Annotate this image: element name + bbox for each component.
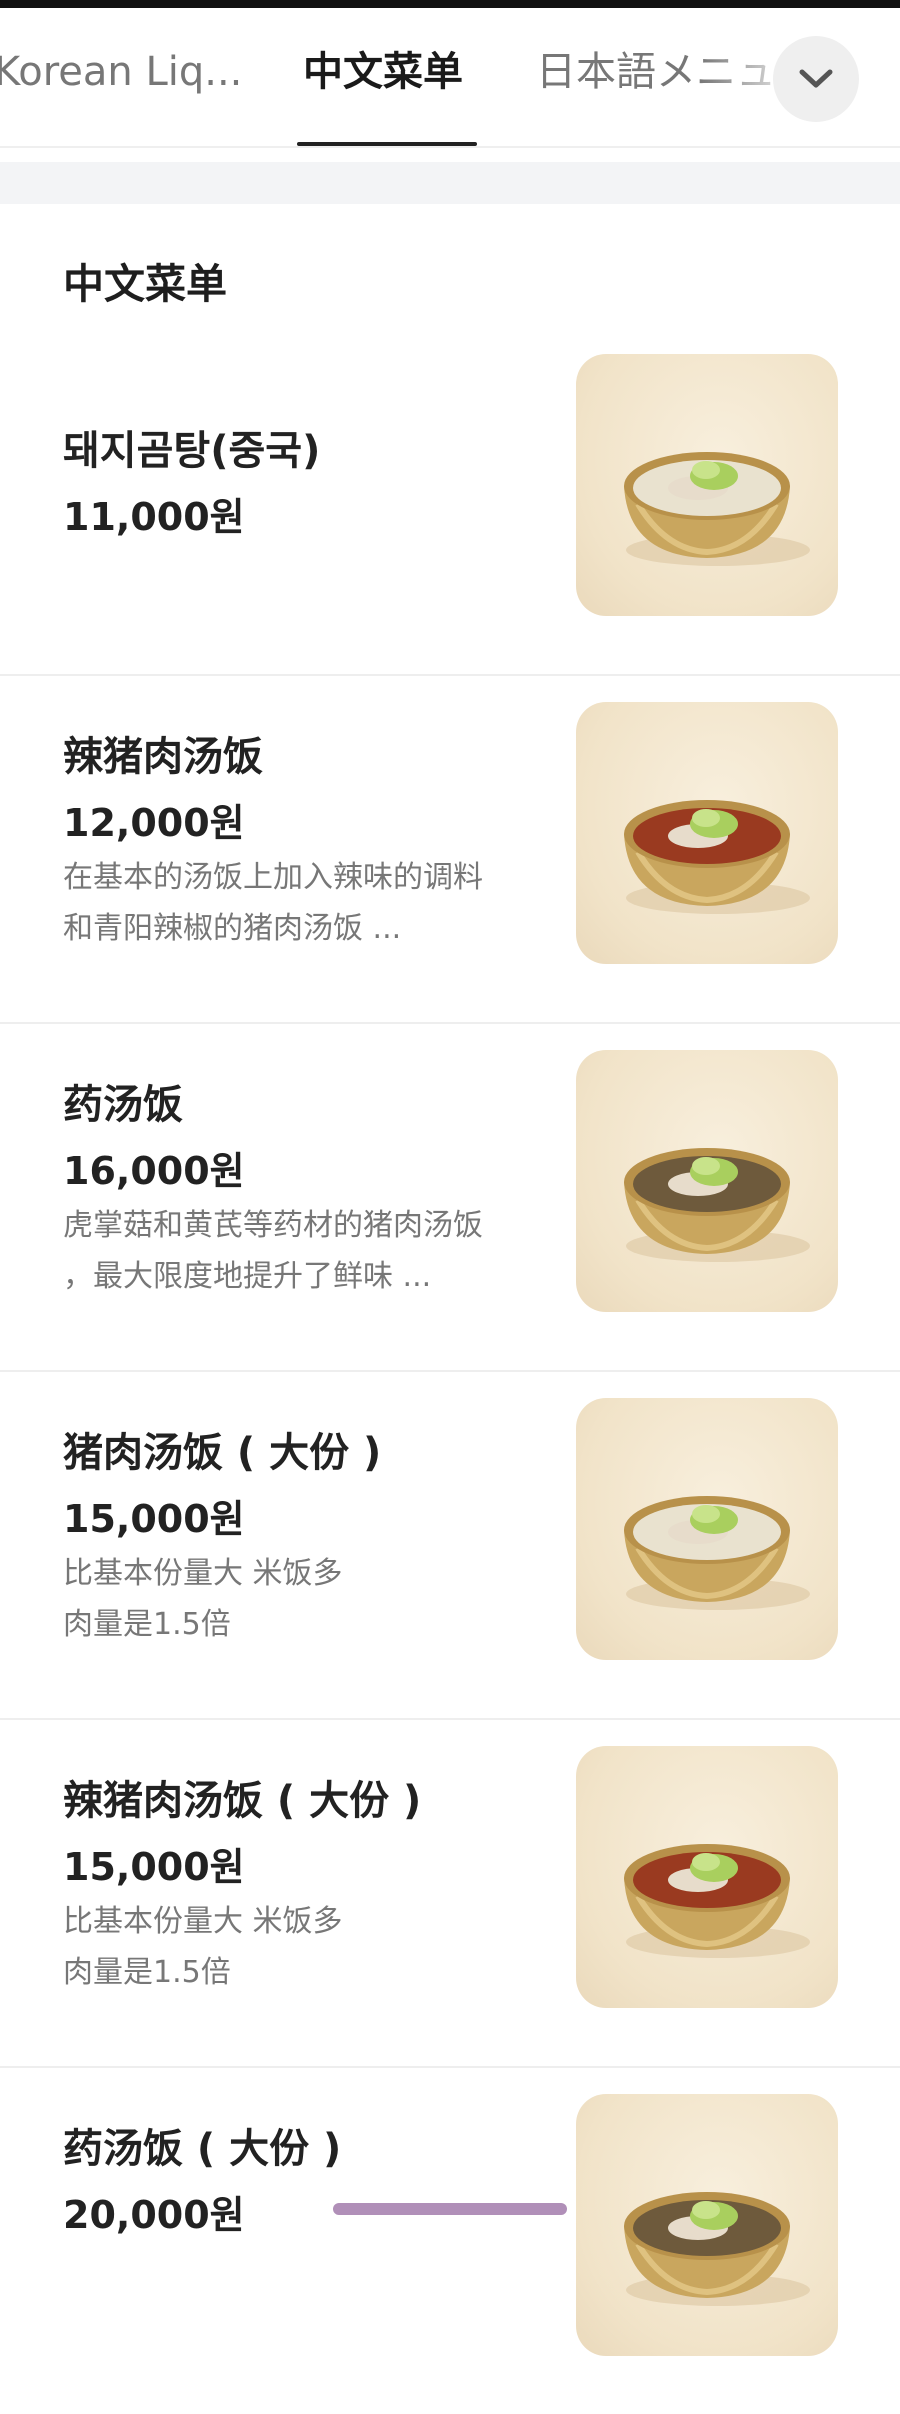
status-strip bbox=[0, 0, 900, 8]
tab-korean-liquor[interactable]: Korean Liq... bbox=[0, 8, 242, 146]
description-line: 和青阳辣椒的猪肉汤饭 ... bbox=[63, 911, 402, 946]
menu-item-price: 20,000원 bbox=[63, 2193, 245, 2237]
menu-item[interactable]: 돼지곰탕(중국) 11,000원 bbox=[0, 326, 900, 676]
menu-item[interactable]: 辣猪肉汤饭 12,000원 在基本的汤饭上加入辣味的调料 和青阳辣椒的猪肉汤饭 ... bbox=[0, 674, 900, 1024]
menu-item-name: 药汤饭 ( 大份 ) bbox=[63, 2126, 342, 2172]
tab-chinese-menu[interactable]: 中文菜单 bbox=[303, 8, 463, 146]
menu-item[interactable]: 药汤饭 ( 大份 ) 20,000원 bbox=[0, 2066, 900, 2414]
menu-item-photo[interactable] bbox=[576, 1050, 838, 1312]
menu-item[interactable]: 辣猪肉汤饭 ( 大份 ) 15,000원 比基本份量大 米饭多 肉量是1.5倍 bbox=[0, 1718, 900, 2068]
menu-item-description: 虎掌菇和黄芪等药材的猪肉汤饭 ，最大限度地提升了鲜味 ... bbox=[63, 1200, 533, 1302]
bowl-soup-photo bbox=[624, 1496, 810, 1610]
section-divider-band bbox=[0, 162, 900, 204]
menu-item-name: 辣猪肉汤饭 bbox=[63, 734, 263, 780]
bowl-soup-photo bbox=[624, 452, 810, 566]
description-line: 虎掌菇和黄芪等药材的猪肉汤饭 bbox=[63, 1208, 483, 1243]
chevron-down-icon bbox=[799, 69, 833, 88]
menu-item-name: 돼지곰탕(중국) bbox=[63, 428, 321, 474]
menu-item-photo[interactable] bbox=[576, 2094, 838, 2356]
bowl-soup-photo bbox=[624, 1844, 810, 1958]
description-line: ，最大限度地提升了鲜味 ... bbox=[63, 1259, 432, 1294]
menu-item-photo[interactable] bbox=[576, 1746, 838, 2008]
menu-item-price: 16,000원 bbox=[63, 1149, 245, 1193]
menu-item-photo[interactable] bbox=[576, 354, 838, 616]
description-line: 肉量是1.5倍 bbox=[63, 1955, 231, 1990]
menu-item-name: 猪肉汤饭 ( 大份 ) bbox=[63, 1430, 382, 1476]
bowl-soup-photo bbox=[624, 1148, 810, 1262]
active-tab-indicator bbox=[297, 142, 477, 146]
menu-item-photo[interactable] bbox=[576, 1398, 838, 1660]
section-title: 中文菜单 bbox=[63, 260, 227, 308]
menu-item-description: 在基本的汤饭上加入辣味的调料 和青阳辣椒的猪肉汤饭 ... bbox=[63, 852, 533, 954]
menu-item-name: 辣猪肉汤饭 ( 大份 ) bbox=[63, 1778, 422, 1824]
description-line: 比基本份量大 米饭多 bbox=[63, 1904, 343, 1939]
menu-item-price: 11,000원 bbox=[63, 495, 245, 539]
description-line: 肉量是1.5倍 bbox=[63, 1607, 231, 1642]
home-indicator-bar bbox=[333, 2203, 567, 2215]
menu-item-price: 15,000원 bbox=[63, 1845, 245, 1889]
menu-item-price: 15,000원 bbox=[63, 1497, 245, 1541]
description-line: 在基本的汤饭上加入辣味的调料 bbox=[63, 860, 483, 895]
menu-item-photo[interactable] bbox=[576, 702, 838, 964]
tab-dropdown-button[interactable] bbox=[773, 36, 859, 122]
menu-item-price: 12,000원 bbox=[63, 801, 245, 845]
menu-item-description: 比基本份量大 米饭多 肉量是1.5倍 bbox=[63, 1548, 533, 1650]
menu-item[interactable]: 猪肉汤饭 ( 大份 ) 15,000원 比基本份量大 米饭多 肉量是1.5倍 bbox=[0, 1370, 900, 1720]
menu-item-name: 药汤饭 bbox=[63, 1082, 183, 1128]
menu-item-description: 比基本份量大 米饭多 肉量是1.5倍 bbox=[63, 1896, 533, 1998]
bowl-soup-photo bbox=[624, 800, 810, 914]
menu-item[interactable]: 药汤饭 16,000원 虎掌菇和黄芪等药材的猪肉汤饭 ，最大限度地提升了鲜味 ... bbox=[0, 1022, 900, 1372]
description-line: 比基本份量大 米饭多 bbox=[63, 1556, 343, 1591]
bowl-soup-photo bbox=[624, 2192, 810, 2306]
